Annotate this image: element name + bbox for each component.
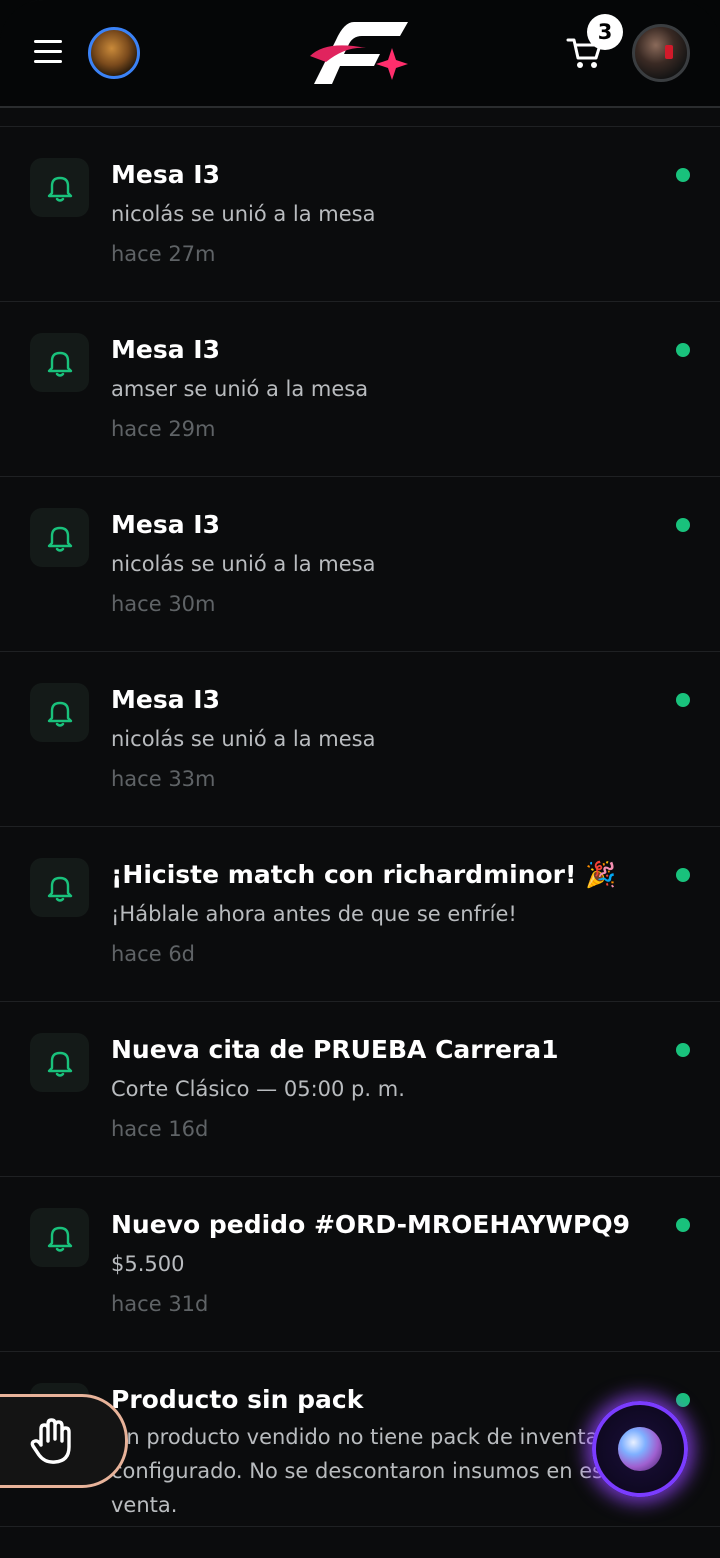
bell-icon (30, 1208, 89, 1267)
notification-title: Nueva cita de PRUEBA Carrera1 (111, 1035, 559, 1064)
unread-dot (676, 1043, 690, 1057)
unread-dot (676, 693, 690, 707)
notification-title: Nuevo pedido #ORD-MROEHAYWPQ9 (111, 1210, 630, 1239)
notification-body: nicolás se unió a la mesa (111, 727, 376, 751)
notification-time: hace 6d (111, 942, 196, 966)
assistant-orb-icon (618, 1427, 662, 1471)
cart-count-badge: 3 (587, 14, 623, 50)
notification-title: Mesa I3 (111, 160, 220, 189)
notification-time: hace 29m (111, 417, 216, 441)
bell-icon (30, 858, 89, 917)
hamburger-icon[interactable] (34, 40, 62, 64)
notification-time: hace 33m (111, 767, 216, 791)
unread-dot (676, 868, 690, 882)
user-avatar[interactable] (632, 24, 690, 82)
notification-time: hace 16d (111, 1117, 209, 1141)
notification-title: Producto sin pack (111, 1385, 364, 1414)
hand-icon (30, 1418, 71, 1464)
top-header: 3 (0, 0, 720, 108)
notification-body: ¡Háblale ahora antes de que se enfríe! (111, 902, 517, 926)
bell-icon (30, 158, 89, 217)
unread-dot (676, 518, 690, 532)
brand-logo[interactable] (306, 18, 410, 90)
notification-item[interactable]: ¡Hiciste match con richardminor! 🎉 ¡Hábla… (0, 827, 720, 1002)
notification-body: nicolás se unió a la mesa (111, 202, 376, 226)
notification-body: Corte Clásico — 05:00 p. m. (111, 1077, 405, 1101)
unread-dot (676, 168, 690, 182)
notification-body: nicolás se unió a la mesa (111, 552, 376, 576)
notification-item[interactable]: Mesa I3 amser se unió a la mesa hace 29m (0, 302, 720, 477)
unread-dot (676, 343, 690, 357)
profile-mini-avatar[interactable] (88, 27, 140, 79)
notification-body: amser se unió a la mesa (111, 377, 369, 401)
notification-time: hace 30m (111, 592, 216, 616)
assistant-orb-button[interactable] (592, 1401, 688, 1497)
notification-time: hace 31d (111, 1292, 209, 1316)
unread-dot (676, 1218, 690, 1232)
notification-item[interactable]: Nuevo pedido #ORD-MROEHAYWPQ9 $5.500 hace … (0, 1177, 720, 1352)
notification-title: Mesa I3 (111, 335, 220, 364)
bell-icon (30, 1033, 89, 1092)
notification-title: Mesa I3 (111, 510, 220, 539)
bell-icon (30, 508, 89, 567)
notification-title: Mesa I3 (111, 685, 220, 714)
notification-title: ¡Hiciste match con richardminor! 🎉 (111, 860, 617, 889)
notification-item[interactable]: Mesa I3 nicolás se unió a la mesa hace 33m (0, 652, 720, 827)
notifications-screen: 3 amser se unió a la mesahace 27mMesa I3… (0, 0, 720, 1558)
notification-body: $5.500 (111, 1252, 185, 1276)
notification-time: hace 27m (111, 242, 216, 266)
bell-icon (30, 683, 89, 742)
notification-item[interactable]: Nueva cita de PRUEBA Carrera1 Corte Clási… (0, 1002, 720, 1177)
notification-item[interactable]: Mesa I3 nicolás se unió a la mesa hace 30m (0, 477, 720, 652)
hand-gesture-button[interactable] (0, 1394, 128, 1488)
bell-icon (30, 333, 89, 392)
notification-list: amser se unió a la mesa hace 27m Mesa I3 ni… (0, 0, 720, 1527)
notification-item[interactable]: Mesa I3 nicolás se unió a la mesa hace 27m (0, 127, 720, 302)
unread-dot (676, 1393, 690, 1407)
